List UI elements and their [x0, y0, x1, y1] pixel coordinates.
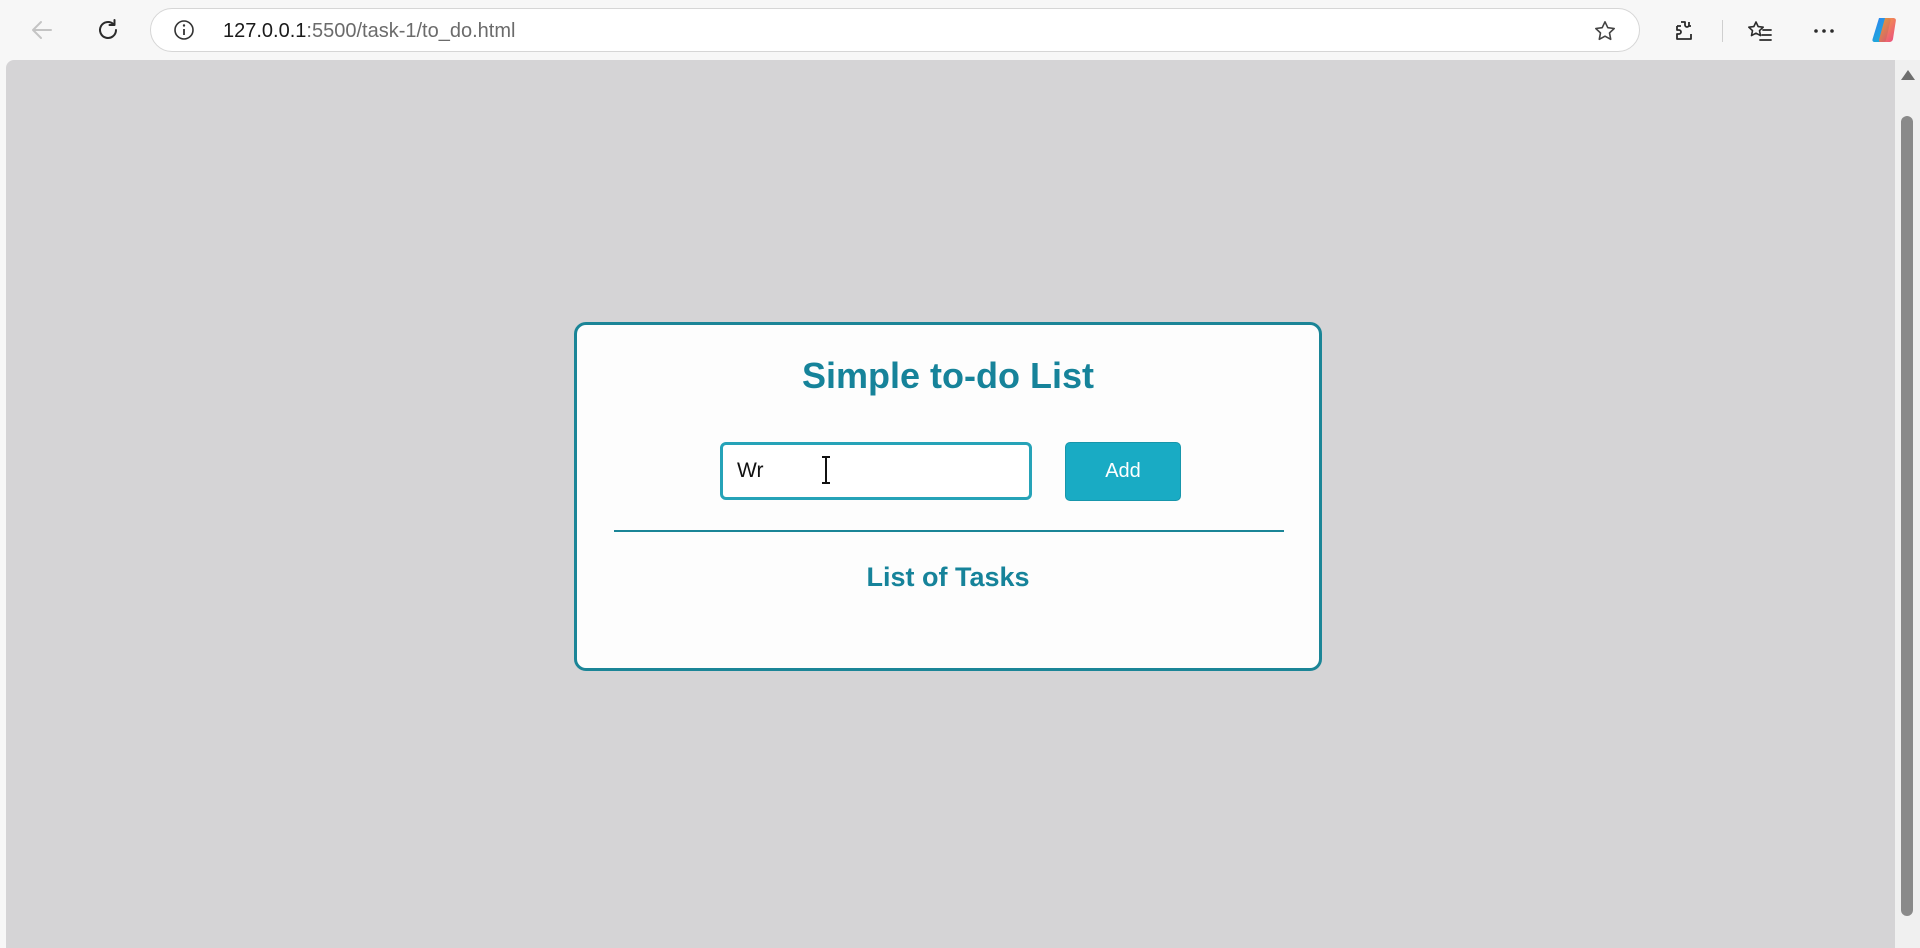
task-list-heading: List of Tasks: [866, 562, 1030, 592]
address-url[interactable]: 127.0.0.1:5500/task-1/to_do.html: [223, 20, 515, 42]
copilot-icon[interactable]: [1866, 10, 1906, 50]
more-options-icon[interactable]: [1804, 11, 1844, 51]
back-icon[interactable]: [22, 10, 62, 50]
add-button[interactable]: Add: [1065, 442, 1181, 501]
todo-card: Simple to-do List Add List of Tasks: [574, 322, 1322, 671]
scrollbar-thumb[interactable]: [1901, 116, 1913, 916]
vertical-scrollbar[interactable]: [1895, 60, 1920, 948]
favorites-icon[interactable]: [1740, 11, 1780, 51]
browser-toolbar: 127.0.0.1:5500/task-1/to_do.html: [0, 0, 1920, 60]
extensions-icon[interactable]: [1664, 11, 1704, 51]
address-bar[interactable]: 127.0.0.1:5500/task-1/to_do.html: [150, 8, 1640, 52]
site-info-icon[interactable]: [173, 19, 195, 41]
divider: [614, 530, 1284, 532]
url-host: 127.0.0.1: [223, 20, 307, 42]
text-cursor-icon: [822, 456, 830, 484]
favorite-star-icon[interactable]: [1593, 19, 1617, 43]
page-title: Simple to-do List: [802, 355, 1094, 396]
url-path: :5500/task-1/to_do.html: [306, 20, 516, 42]
toolbar-separator: [1722, 20, 1723, 42]
reload-icon[interactable]: [88, 10, 128, 50]
task-input[interactable]: [720, 442, 1032, 500]
scroll-up-arrow-icon[interactable]: [1901, 70, 1915, 80]
